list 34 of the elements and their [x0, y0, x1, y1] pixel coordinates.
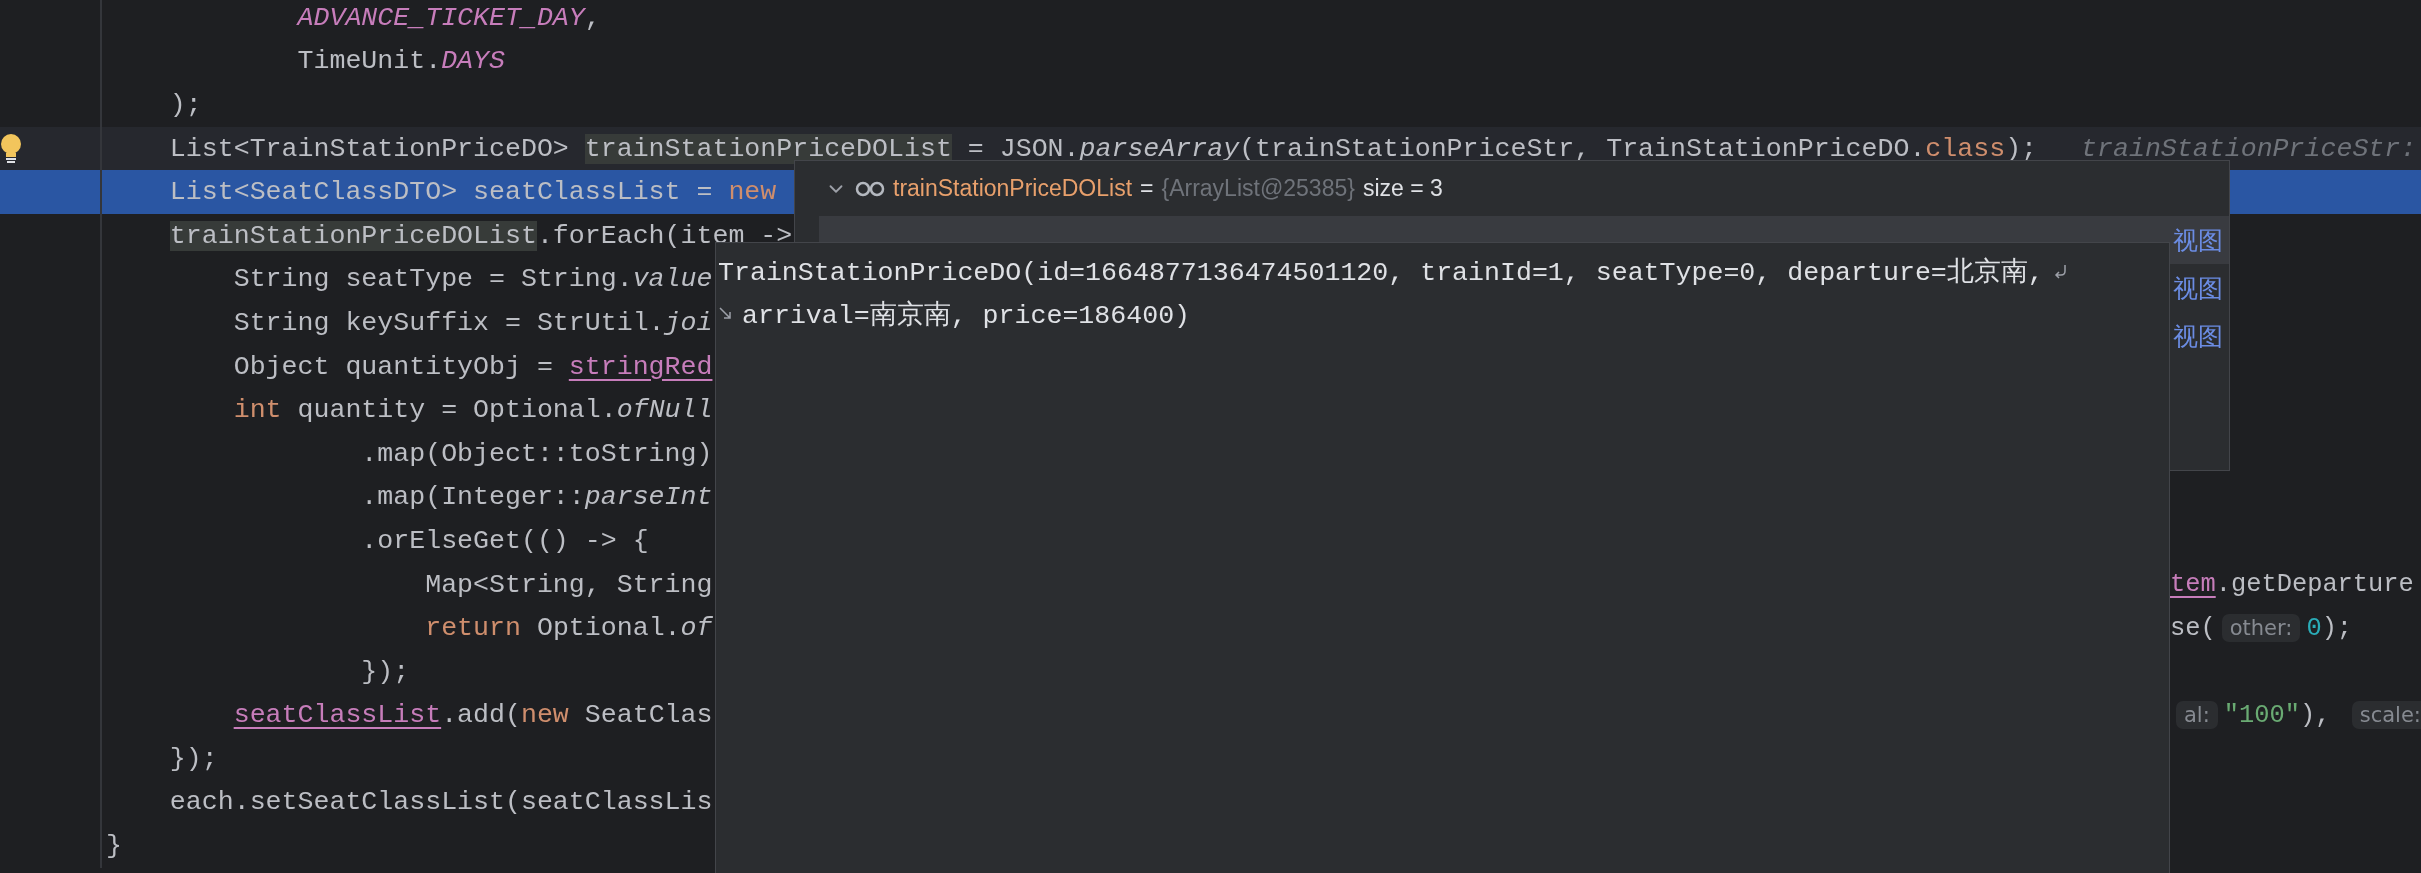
size-text: size = 3 — [1362, 175, 1443, 202]
code-line: int quantity = Optional.ofNull — [232, 394, 713, 428]
code-line: .map(Integer::parseInt — [360, 481, 713, 515]
code-line: String seatType = String.value — [232, 263, 713, 297]
code-line: seatClassList.add(new SeatClas — [232, 699, 713, 733]
code-line: ADVANCE_TICKET_DAY, — [295, 1, 601, 35]
code-line: TimeUnit.DAYS — [296, 45, 505, 79]
code-line: }); — [360, 655, 410, 689]
code-line: se( other: 0); — [2170, 612, 2353, 645]
code-line: Map<String, String — [424, 568, 713, 602]
code-line: String keySuffix = StrUtil.joi — [232, 306, 713, 340]
tooltip-text: arrival=南京南, price=186400) — [742, 299, 1191, 332]
code-line: List<SeatClassDTO> seatClassList = new — [168, 176, 777, 210]
code-line: } — [106, 830, 122, 864]
code-line: Object quantityObj = stringRed — [232, 350, 713, 384]
code-line: .map(Object::toString) — [360, 437, 713, 471]
lightbulb-icon[interactable] — [0, 133, 22, 164]
code-line: tem.getDeparture — [2170, 568, 2414, 601]
variable-name: trainStationPriceDOList — [893, 175, 1133, 202]
wrap-arrow-icon — [2053, 262, 2068, 279]
code-line: trainStationPriceDOList.forEach(item -> — [168, 219, 793, 253]
code-line: return Optional.of — [424, 612, 713, 646]
code-line: each.setSeatClassList(seatClassLis — [168, 786, 713, 820]
view-link[interactable]: 视图 — [2173, 271, 2223, 305]
equals-sign: = — [1140, 175, 1154, 202]
code-line: }); — [168, 742, 218, 776]
variable-type: {ArrayList@25385} — [1161, 175, 1355, 202]
code-line: .orElseGet(() -> { — [360, 524, 649, 558]
wrap-arrow-icon — [718, 305, 732, 322]
view-link[interactable]: 视图 — [2173, 223, 2223, 257]
glasses-icon — [855, 180, 885, 197]
view-link[interactable]: 视图 — [2173, 319, 2223, 353]
code-line: ); — [168, 89, 202, 122]
code-line: al: "100"), scale: — [2170, 696, 2421, 734]
